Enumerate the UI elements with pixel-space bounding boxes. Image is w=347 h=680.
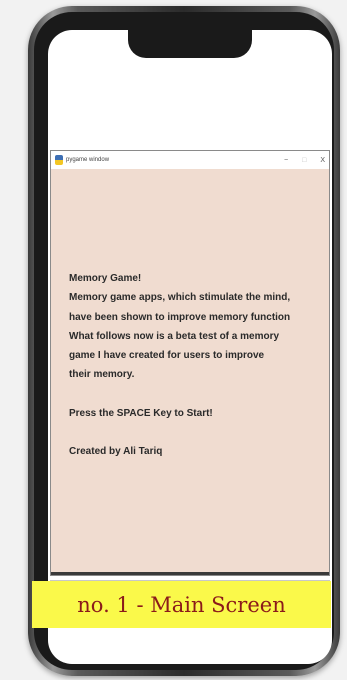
intro-line-1: Memory game apps, which stimulate the mi… (69, 292, 291, 304)
maximize-button[interactable]: □ (302, 157, 306, 164)
intro-line-2: have been shown to improve memory functi… (69, 311, 291, 323)
window-controls: − □ X (284, 151, 325, 169)
python-icon (55, 155, 63, 165)
start-instruction: Press the SPACE Key to Start! (69, 407, 213, 419)
author-credit: Created by Ali Tariq (69, 446, 163, 458)
phone-screen: pygame window − □ X Memory Game! Memory … (48, 30, 332, 664)
main-screen-text: Memory Game! Memory game apps, which sti… (69, 269, 329, 461)
game-title: Memory Game! (69, 273, 142, 284)
intro-line-4: game I have created for users to improve (69, 350, 265, 362)
intro-line-5: their memory. (69, 369, 135, 381)
screen-caption: no. 1 - Main Screen (32, 581, 331, 628)
phone-notch (128, 30, 252, 58)
phone-bezel: pygame window − □ X Memory Game! Memory … (34, 12, 334, 670)
pygame-window: pygame window − □ X Memory Game! Memory … (50, 150, 330, 576)
window-title: pygame window (66, 157, 110, 163)
intro-line-3: What follows now is a beta test of a mem… (69, 330, 280, 342)
window-titlebar[interactable]: pygame window − □ X (51, 151, 329, 170)
game-canvas[interactable]: Memory Game! Memory game apps, which sti… (51, 169, 329, 575)
close-button[interactable]: X (320, 157, 325, 164)
minimize-button[interactable]: − (284, 157, 288, 164)
phone-frame: pygame window − □ X Memory Game! Memory … (28, 6, 340, 676)
